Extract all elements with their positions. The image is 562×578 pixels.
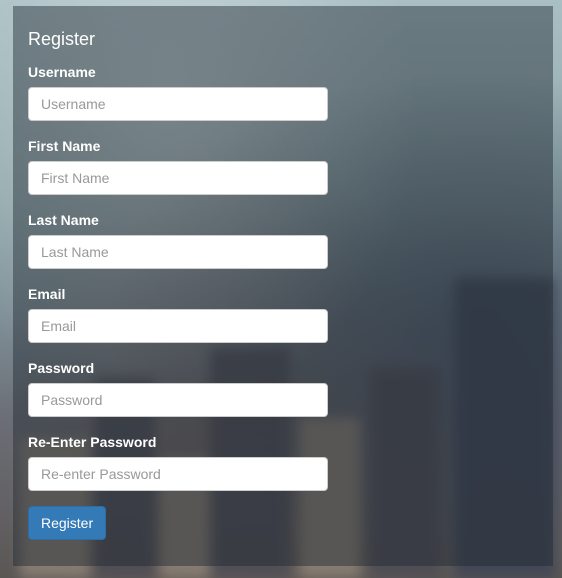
reenter-password-input[interactable] bbox=[28, 457, 328, 491]
password-group: Password bbox=[28, 358, 538, 417]
password-input[interactable] bbox=[28, 383, 328, 417]
last-name-label: Last Name bbox=[28, 212, 99, 228]
email-label: Email bbox=[28, 286, 66, 302]
username-input[interactable] bbox=[28, 87, 328, 121]
last-name-input[interactable] bbox=[28, 235, 328, 269]
last-name-group: Last Name bbox=[28, 210, 538, 269]
username-label: Username bbox=[28, 64, 96, 80]
password-label: Password bbox=[28, 360, 95, 376]
first-name-input[interactable] bbox=[28, 161, 328, 195]
form-title: Register bbox=[28, 29, 96, 49]
username-group: Username bbox=[28, 62, 538, 121]
register-panel: Register Username First Name Last Name E… bbox=[13, 6, 553, 566]
first-name-label: First Name bbox=[28, 138, 101, 154]
reenter-password-label: Re-Enter Password bbox=[28, 434, 157, 450]
first-name-group: First Name bbox=[28, 136, 538, 195]
reenter-password-group: Re-Enter Password bbox=[28, 432, 538, 491]
register-button[interactable]: Register bbox=[28, 506, 107, 540]
register-form: Username First Name Last Name Email Pass… bbox=[28, 62, 538, 540]
email-group: Email bbox=[28, 284, 538, 343]
email-input[interactable] bbox=[28, 309, 328, 343]
